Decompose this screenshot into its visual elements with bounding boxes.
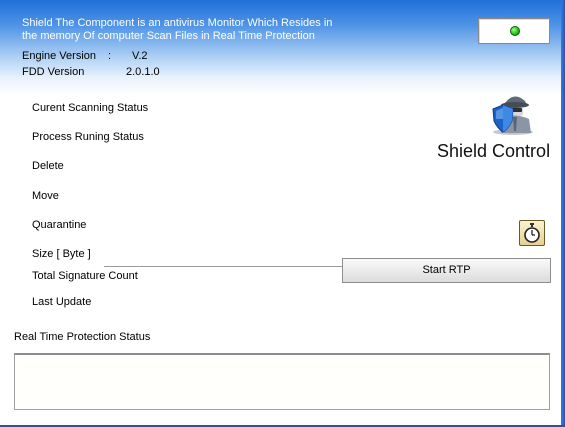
start-rtp-button[interactable]: Start RTP (342, 258, 551, 283)
divider-line (104, 266, 344, 267)
engine-version-value: V.2 (132, 50, 148, 62)
stopwatch-icon (524, 223, 540, 243)
shield-spy-icon (492, 96, 533, 135)
rtp-status-textbox[interactable] (14, 353, 550, 410)
status-led-icon (510, 26, 520, 36)
delete-label: Delete (32, 160, 64, 172)
engine-version-label: Engine Version (22, 50, 96, 62)
size-bytes-label: Size [ Byte ] (32, 248, 91, 260)
main-window: Shield The Component is an antivirus Mon… (0, 0, 565, 427)
fdd-version-value: 2.0.1.0 (126, 66, 160, 78)
process-running-status-label: Process Runing Status (32, 131, 144, 143)
header-description-line1: Shield The Component is an antivirus Mon… (22, 17, 333, 29)
header-description: Shield The Component is an antivirus Mon… (22, 17, 332, 43)
brand-title: Shield Control (437, 141, 551, 161)
window-border-right (561, 0, 565, 427)
header-description-line2: the memory Of computer Scan Files in Rea… (22, 30, 315, 42)
current-scanning-status-label: Curent Scanning Status (32, 102, 149, 114)
last-update-label: Last Update (32, 296, 92, 308)
quarantine-label: Quarantine (32, 219, 87, 231)
engine-version-separator: : (108, 50, 112, 62)
move-label: Move (32, 190, 59, 202)
timer-button[interactable] (519, 220, 545, 246)
total-signature-count-label: Total Signature Count (32, 270, 138, 282)
fdd-version-label: FDD Version (22, 66, 85, 78)
status-indicator-panel (478, 18, 550, 44)
rtp-status-label: Real Time Protection Status (14, 331, 151, 343)
